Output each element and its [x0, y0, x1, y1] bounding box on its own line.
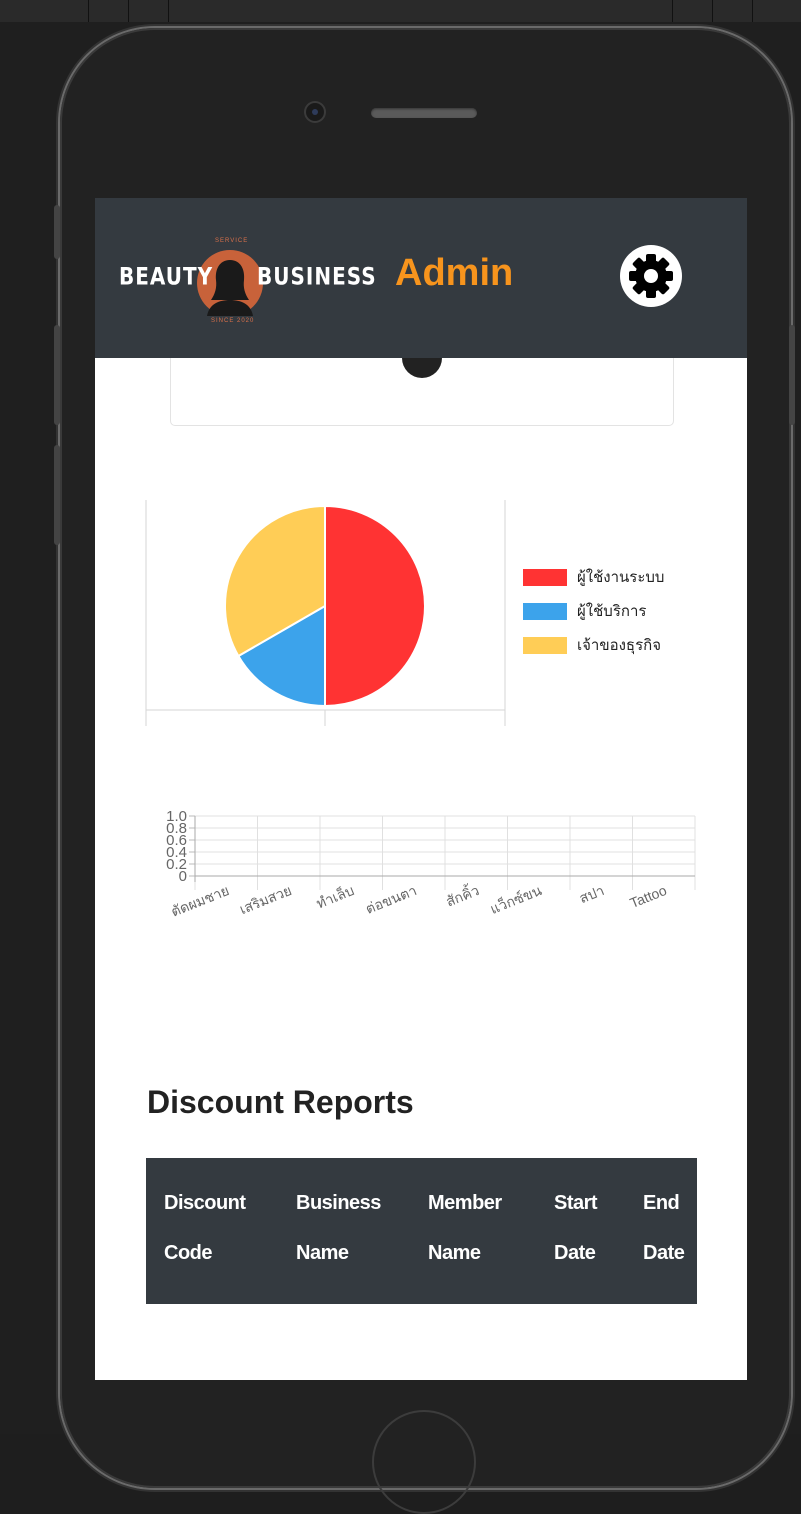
legend-item[interactable]: เจ้าของธุรกิจ	[523, 628, 664, 662]
col-start-date-line1[interactable]: Start	[554, 1178, 598, 1228]
logo-word-beauty: BEAUTY	[119, 261, 214, 291]
col-member-name-line2[interactable]: Name	[428, 1228, 481, 1278]
legend-swatch	[523, 602, 567, 620]
col-discount-code-line1[interactable]: Discount	[164, 1178, 246, 1228]
bar-x-tick-label: Tattoo	[628, 882, 670, 911]
col-end-date-line2[interactable]: Date	[643, 1228, 685, 1278]
pie-slice[interactable]	[324, 504, 426, 708]
phone-volume-down-button	[54, 445, 60, 545]
legend-label: เจ้าของธุรกิจ	[577, 637, 662, 654]
logo-bottom-text: SINCE 2020	[211, 318, 255, 324]
frame-divider	[128, 0, 129, 22]
phone-home-button	[372, 1410, 476, 1514]
legend-label: ผู้ใช้งานระบบ	[577, 569, 665, 586]
col-business-name-line2[interactable]: Name	[296, 1228, 349, 1278]
user-type-pie-chart	[145, 500, 507, 726]
frame-divider	[88, 0, 89, 22]
logo-word-business: BUSINESS	[257, 261, 377, 291]
bar-chart-svg: 00.20.40.60.81.0ตัดผมชาย เสริมสวย ทำเล็บ ต่…	[166, 808, 696, 920]
bar-x-tick-label: แว็กซ์ขน	[487, 881, 544, 917]
bar-x-tick-label: สักคิ้ว	[443, 880, 481, 910]
col-business-name-line1[interactable]: Business	[296, 1178, 381, 1228]
gear-icon	[620, 245, 682, 307]
col-start-date-line2[interactable]: Date	[554, 1228, 596, 1278]
service-bar-chart: 0 0.2 0.4 0.6 0.8 1.0 ตัดผมชาย เสริมสวย ทำเล็บ ต่…	[135, 806, 705, 956]
frame-divider	[672, 0, 673, 22]
legend-item[interactable]: ผู้ใช้บริการ	[523, 594, 664, 628]
brand-logo[interactable]: BEAUTY BUSINESS SERVICE SINCE 2020	[119, 236, 376, 332]
legend-item[interactable]: ผู้ใช้งานระบบ	[523, 560, 664, 594]
bar-x-tick-label: สปา	[577, 882, 606, 906]
phone-mute-button	[54, 205, 60, 259]
frame-divider	[752, 0, 753, 22]
phone-power-button	[789, 325, 795, 425]
phone-speaker	[371, 108, 477, 118]
discount-reports-table-header: Discount Code Business Name Member Name …	[146, 1158, 697, 1304]
logo-top-text: SERVICE	[215, 238, 249, 244]
col-end-date-line1[interactable]: End	[643, 1178, 680, 1228]
top-navbar: BEAUTY BUSINESS SERVICE SINCE 2020 Admin	[95, 198, 747, 358]
legend-swatch	[523, 636, 567, 654]
legend-swatch	[523, 568, 567, 586]
col-discount-code-line2[interactable]: Code	[164, 1228, 213, 1278]
frame-divider	[168, 0, 169, 22]
admin-title: Admin	[395, 252, 514, 294]
bar-y-tick-label: 1.0	[166, 808, 187, 825]
bar-x-tick-label: ต่อขนตา	[363, 882, 419, 917]
phone-camera	[306, 103, 324, 121]
discount-reports-heading: Discount Reports	[147, 1084, 414, 1120]
bar-x-tick-label: ตัดผมชาย	[169, 882, 232, 920]
pie-chart-svg	[145, 500, 506, 726]
app-screen: BEAUTY BUSINESS SERVICE SINCE 2020 Admin	[95, 198, 747, 1380]
settings-button[interactable]	[619, 244, 683, 308]
col-member-name-line1[interactable]: Member	[428, 1178, 502, 1228]
top-frame-strip	[0, 0, 801, 22]
frame-divider	[712, 0, 713, 22]
pie-legend: ผู้ใช้งานระบบ ผู้ใช้บริการ เจ้าของธุรกิจ	[523, 560, 664, 662]
legend-label: ผู้ใช้บริการ	[577, 603, 647, 620]
bar-x-tick-label: เสริมสวย	[237, 882, 294, 917]
phone-volume-up-button	[54, 325, 60, 425]
